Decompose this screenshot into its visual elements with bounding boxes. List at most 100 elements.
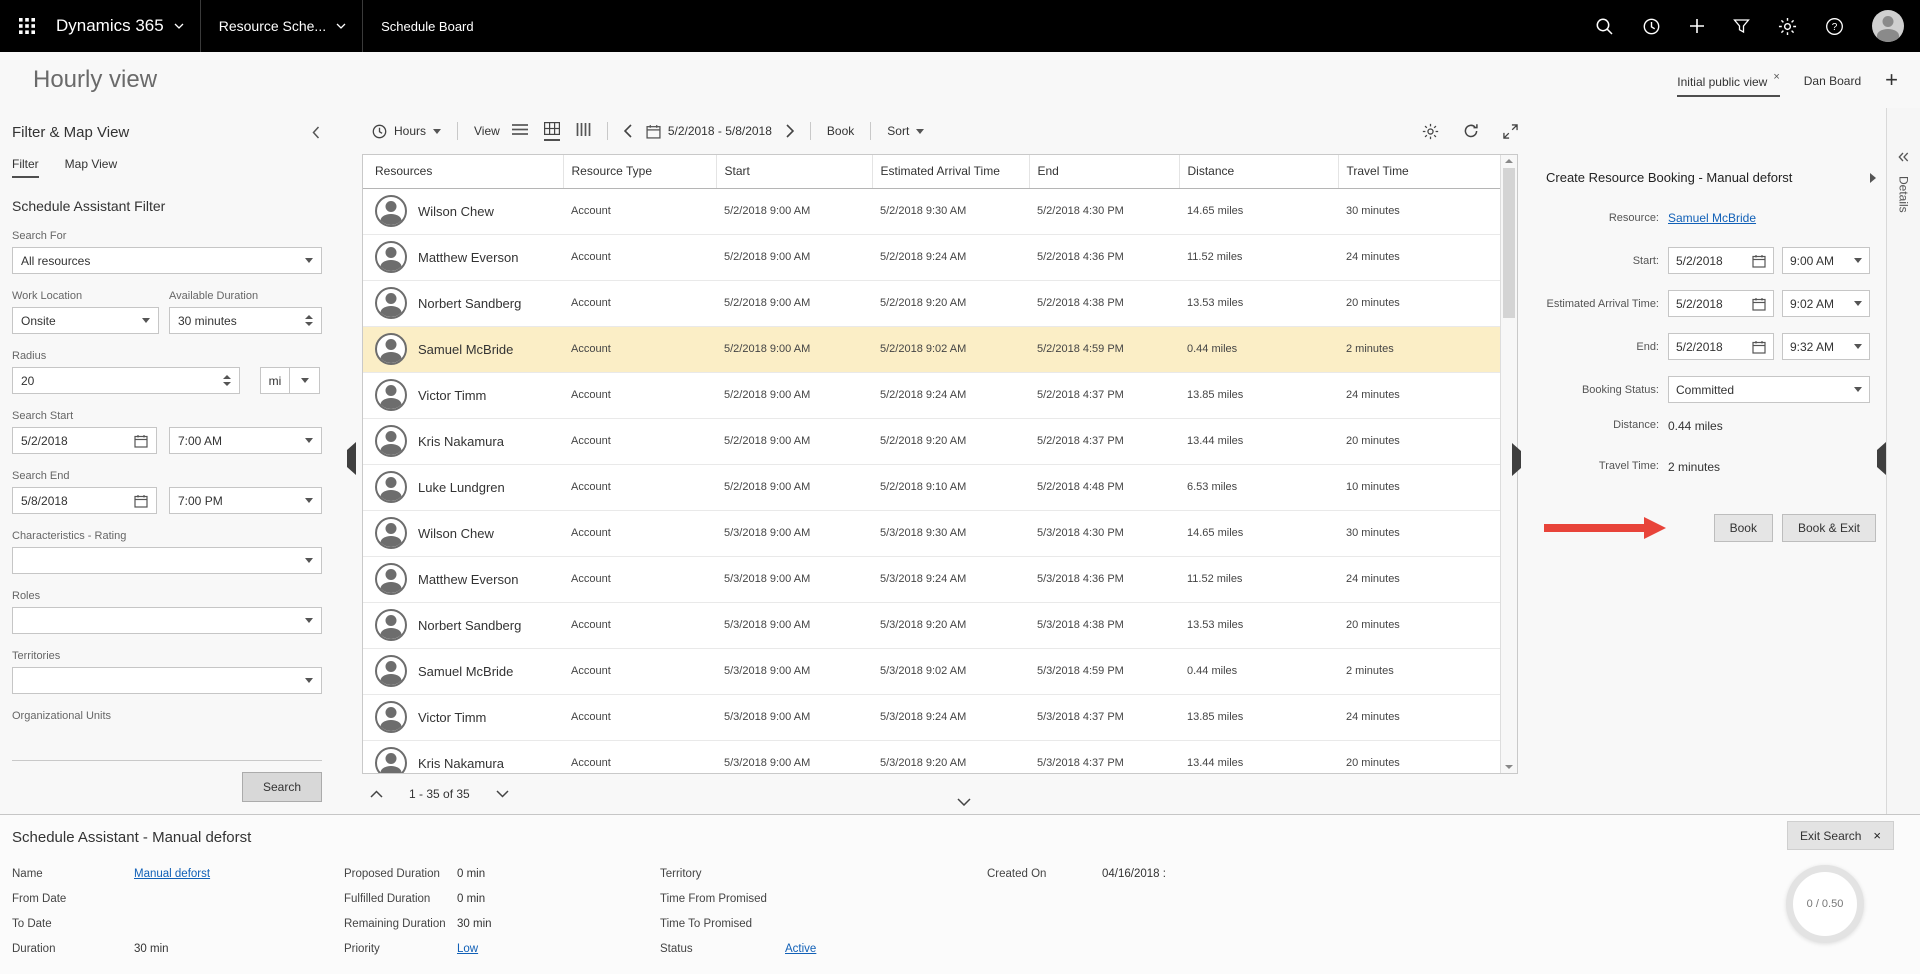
- book-toolbar-button[interactable]: Book: [827, 124, 854, 138]
- app-title[interactable]: Dynamics 365: [56, 16, 164, 36]
- exit-search-button[interactable]: Exit Search×: [1787, 821, 1894, 850]
- table-row[interactable]: Luke Lundgren Account 5/2/2018 9:00 AM 5…: [363, 464, 1500, 510]
- work-location-select[interactable]: Onsite: [12, 307, 159, 334]
- radius-unit-box[interactable]: mi: [260, 367, 290, 394]
- search-for-select[interactable]: All resources: [12, 247, 322, 274]
- end-time-select[interactable]: 9:32 AM: [1782, 333, 1870, 360]
- start-time-select[interactable]: 9:00 AM: [1782, 247, 1870, 274]
- pager-up-chevron-icon[interactable]: [370, 790, 383, 798]
- previous-period-button[interactable]: [624, 124, 632, 138]
- end-date-input[interactable]: 5/2/2018: [1668, 333, 1774, 360]
- eta-time-select[interactable]: 9:02 AM: [1782, 290, 1870, 317]
- search-icon[interactable]: [1595, 17, 1614, 36]
- start-date-input[interactable]: 5/2/2018: [1668, 247, 1774, 274]
- roles-select[interactable]: [12, 607, 322, 634]
- stepper-arrows-icon[interactable]: [223, 375, 231, 386]
- details-splitter-handle[interactable]: [1877, 450, 1886, 468]
- app-chevron-down-icon[interactable]: [174, 23, 184, 29]
- table-row[interactable]: Victor Timm Account 5/3/2018 9:00 AM 5/3…: [363, 694, 1500, 740]
- resource-link[interactable]: Samuel McBride: [1668, 211, 1756, 225]
- book-button[interactable]: Book: [1714, 514, 1773, 542]
- search-end-date-input[interactable]: 5/8/2018: [12, 487, 157, 514]
- table-row[interactable]: Matthew Everson Account 5/3/2018 9:00 AM…: [363, 556, 1500, 602]
- resource-name[interactable]: Matthew Everson: [418, 250, 518, 265]
- table-row[interactable]: Kris Nakamura Account 5/2/2018 9:00 AM 5…: [363, 418, 1500, 464]
- search-end-time-select[interactable]: 7:00 PM: [169, 487, 322, 514]
- close-icon[interactable]: ×: [1773, 71, 1779, 83]
- resource-name[interactable]: Victor Timm: [418, 710, 486, 725]
- scroll-up-icon[interactable]: [1505, 159, 1513, 163]
- details-side-tab[interactable]: Details: [1886, 108, 1920, 814]
- grid-view-icon[interactable]: [544, 122, 560, 141]
- timeline-view-icon[interactable]: [576, 123, 591, 140]
- calendar-icon[interactable]: [134, 494, 148, 508]
- sidebar-splitter-handle[interactable]: [347, 450, 356, 468]
- user-avatar[interactable]: [1872, 10, 1904, 42]
- help-icon[interactable]: ?: [1825, 17, 1844, 36]
- table-row[interactable]: Matthew Everson Account 5/2/2018 9:00 AM…: [363, 234, 1500, 280]
- table-row[interactable]: Norbert Sandberg Account 5/3/2018 9:00 A…: [363, 602, 1500, 648]
- sidebar-collapse-chevron-icon[interactable]: [312, 126, 320, 139]
- recent-history-icon[interactable]: [1642, 17, 1661, 36]
- resource-name[interactable]: Wilson Chew: [418, 204, 494, 219]
- calendar-icon[interactable]: [134, 434, 148, 448]
- page-breadcrumb[interactable]: Schedule Board: [381, 19, 474, 34]
- resource-name[interactable]: Samuel McBride: [418, 342, 513, 357]
- table-row[interactable]: Kris Nakamura Account 5/3/2018 9:00 AM 5…: [363, 740, 1500, 773]
- list-view-icon[interactable]: [512, 123, 528, 140]
- resource-name[interactable]: Luke Lundgren: [418, 480, 505, 495]
- quick-create-plus-icon[interactable]: [1689, 18, 1705, 34]
- bottom-field-value[interactable]: Manual deforst: [134, 862, 210, 887]
- column-header-resource-type[interactable]: Resource Type: [563, 155, 716, 188]
- pager-down-chevron-icon[interactable]: [496, 790, 509, 798]
- filter-funnel-icon[interactable]: [1733, 18, 1750, 34]
- bottom-field-value[interactable]: Active: [785, 937, 816, 962]
- tab-initial-public-view[interactable]: Initial public view×: [1677, 64, 1779, 97]
- search-start-date-input[interactable]: 5/2/2018: [12, 427, 157, 454]
- settings-gear-icon[interactable]: [1778, 17, 1797, 36]
- time-scale-dropdown[interactable]: Hours: [372, 124, 441, 139]
- scrollbar-thumb[interactable]: [1503, 168, 1515, 318]
- column-header-distance[interactable]: Distance: [1179, 155, 1338, 188]
- resource-name[interactable]: Kris Nakamura: [418, 434, 504, 449]
- column-header-resources[interactable]: Resources: [363, 155, 563, 188]
- panel-expand-chevron-icon[interactable]: [1870, 173, 1876, 183]
- table-row[interactable]: Samuel McBride Account 5/3/2018 9:00 AM …: [363, 648, 1500, 694]
- book-and-exit-button[interactable]: Book & Exit: [1782, 514, 1876, 542]
- search-start-time-select[interactable]: 7:00 AM: [169, 427, 322, 454]
- resource-name[interactable]: Wilson Chew: [418, 526, 494, 541]
- board-settings-gear-icon[interactable]: [1422, 123, 1439, 140]
- column-header-start[interactable]: Start: [716, 155, 872, 188]
- column-header-end[interactable]: End: [1029, 155, 1179, 188]
- radius-unit-select[interactable]: [289, 367, 320, 394]
- area-switcher[interactable]: Resource Sche...: [219, 18, 326, 34]
- table-row[interactable]: Samuel McBride Account 5/2/2018 9:00 AM …: [363, 326, 1500, 372]
- resource-name[interactable]: Kris Nakamura: [418, 756, 504, 771]
- date-range-picker[interactable]: 5/2/2018 - 5/8/2018: [646, 124, 772, 139]
- booking-status-select[interactable]: Committed: [1668, 376, 1870, 403]
- bottom-panel-collapse-handle[interactable]: [948, 798, 980, 806]
- tab-filter[interactable]: Filter: [12, 157, 39, 178]
- sort-dropdown[interactable]: Sort: [887, 124, 924, 138]
- characteristics-select[interactable]: [12, 547, 322, 574]
- table-row[interactable]: Wilson Chew Account 5/2/2018 9:00 AM 5/2…: [363, 188, 1500, 234]
- bottom-field-value[interactable]: Low: [457, 937, 478, 962]
- column-header-estimated-arrival[interactable]: Estimated Arrival Time: [872, 155, 1029, 188]
- resource-name[interactable]: Norbert Sandberg: [418, 296, 521, 311]
- resource-name[interactable]: Matthew Everson: [418, 572, 518, 587]
- available-duration-stepper[interactable]: 30 minutes: [169, 307, 322, 334]
- resource-name[interactable]: Samuel McBride: [418, 664, 513, 679]
- stepper-arrows-icon[interactable]: [305, 315, 313, 326]
- tab-dan-board[interactable]: Dan Board: [1804, 67, 1861, 94]
- fullscreen-expand-icon[interactable]: [1503, 124, 1518, 139]
- table-row[interactable]: Victor Timm Account 5/2/2018 9:00 AM 5/2…: [363, 372, 1500, 418]
- add-board-button[interactable]: +: [1885, 70, 1898, 90]
- territories-select[interactable]: [12, 667, 322, 694]
- radius-input[interactable]: 20: [12, 367, 240, 394]
- resource-name[interactable]: Norbert Sandberg: [418, 618, 521, 633]
- refresh-icon[interactable]: [1463, 123, 1479, 139]
- app-launcher-icon[interactable]: [0, 0, 54, 52]
- search-button[interactable]: Search: [242, 772, 322, 802]
- next-period-button[interactable]: [786, 124, 794, 138]
- table-row[interactable]: Wilson Chew Account 5/3/2018 9:00 AM 5/3…: [363, 510, 1500, 556]
